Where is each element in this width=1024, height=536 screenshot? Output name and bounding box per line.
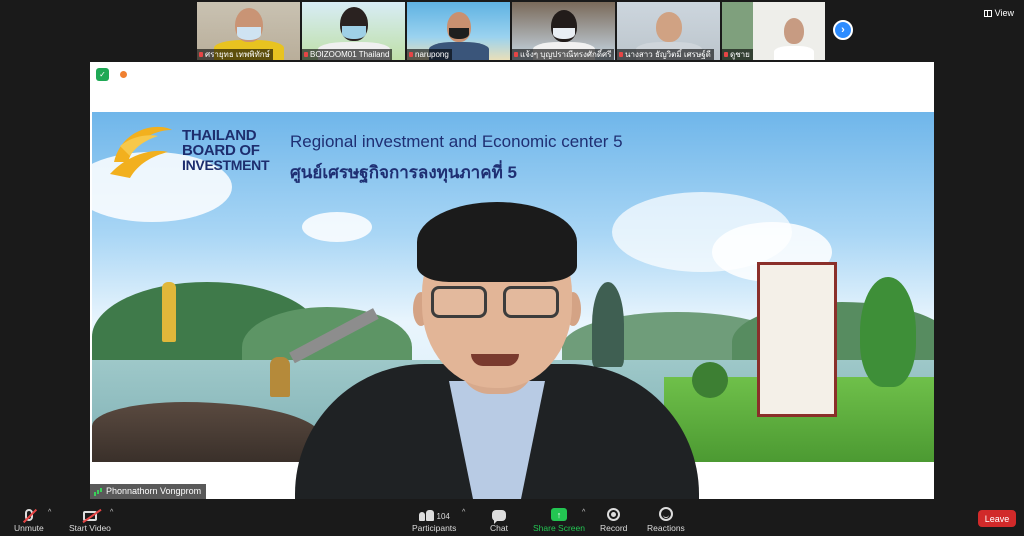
participant-tile[interactable]: narupong: [407, 2, 510, 60]
share-screen-label: Share Screen: [533, 523, 585, 533]
mermaid-statue: [270, 357, 290, 397]
participants-button[interactable]: 104 Participants: [412, 503, 456, 533]
glasses-right-lens: [503, 286, 559, 318]
golden-buddha-statue: [162, 282, 176, 342]
share-screen-arrow-icon: ↑: [550, 508, 567, 521]
logo-line-thailand: THAILAND: [182, 126, 257, 144]
start-video-button[interactable]: Start Video: [69, 503, 111, 533]
participants-label: Participants: [412, 523, 457, 533]
participant-tile[interactable]: แจ้งๆ บุญปราณีทรงศักดิ์ศรี: [512, 2, 615, 60]
tree: [860, 277, 916, 387]
reactions-label: Reactions: [647, 523, 685, 533]
participant-tile[interactable]: ดูชาย: [722, 2, 825, 60]
chat-label: Chat: [490, 523, 508, 533]
video-off-camera-icon: [82, 511, 97, 521]
participant-name: ศรายุทธ เทพพิทักษ์: [197, 49, 273, 60]
chat-button[interactable]: Chat: [490, 503, 508, 533]
smiley-icon: [658, 507, 673, 521]
view-label: View: [994, 8, 1014, 18]
leave-button[interactable]: Leave: [978, 510, 1016, 527]
participant-name: แจ้งๆ บุญปราณีทรงศักดิ์ศรี: [512, 49, 615, 60]
logo-line-investment: INVESTMENT: [182, 156, 270, 173]
participant-name: ดูชาย: [722, 49, 753, 60]
banner-title-english: Regional investment and Economic center …: [290, 132, 623, 151]
participant-name: narupong: [407, 49, 452, 60]
participant-name: BOIZOOM01 Thailand: [302, 49, 393, 60]
grid-view-icon: [983, 9, 992, 17]
participant-tile[interactable]: ศรายุทธ เทพพิทักษ์: [197, 2, 300, 60]
participant-name: นางสาว ธัญวิตมิ์ เศรษฐ์ดี: [617, 49, 714, 60]
unmute-label: Unmute: [14, 523, 44, 533]
glasses-left-lens: [431, 286, 487, 318]
reactions-button[interactable]: Reactions: [647, 503, 685, 533]
participant-tile[interactable]: BOIZOOM01 Thailand: [302, 2, 405, 60]
unmute-button[interactable]: Unmute: [14, 503, 44, 533]
gate-monument: [757, 262, 837, 417]
chevron-right-icon: ›: [841, 24, 845, 36]
participants-icon: [418, 510, 434, 521]
share-screen-button[interactable]: ↑ Share Screen: [533, 503, 585, 533]
chat-bubble-icon: [491, 510, 506, 524]
speaker-name-label: Phonnathorn Vongprom: [90, 484, 207, 499]
participants-options-caret-icon[interactable]: ^: [462, 509, 465, 516]
presenter-video: [295, 202, 699, 499]
main-video[interactable]: ✓ THAILAND BOARD OF INVESTMENT Regional …: [90, 62, 934, 499]
start-video-label: Start Video: [69, 523, 111, 533]
muted-microphone-icon: [24, 509, 33, 521]
video-options-caret-icon[interactable]: ^: [110, 509, 113, 516]
participant-tile[interactable]: นางสาว ธัญวิตมิ์ เศรษฐ์ดี: [617, 2, 720, 60]
banner-title-thai: ศูนย์เศรษฐกิจการลงทุนภาคที่ 5: [290, 163, 517, 182]
meeting-toolbar: Unmute ^ Start Video ^ 104 Participants …: [0, 500, 1024, 536]
next-participants-button[interactable]: ›: [833, 20, 853, 40]
record-label: Record: [600, 523, 628, 533]
participant-count: 104: [436, 512, 450, 521]
boi-logo: THAILAND BOARD OF INVESTMENT: [108, 118, 270, 182]
view-button[interactable]: View: [983, 8, 1014, 18]
share-options-caret-icon[interactable]: ^: [582, 509, 585, 516]
logo-line-board: BOARD OF: [182, 141, 260, 159]
recording-indicator-icon[interactable]: [117, 68, 130, 81]
participant-strip: ศรายุทธ เทพพิทักษ์ BOIZOOM01 Thailand na…: [197, 2, 825, 60]
record-button[interactable]: Record: [600, 503, 627, 533]
record-icon: [607, 508, 621, 521]
security-shield-icon[interactable]: ✓: [96, 68, 109, 81]
boi-swirl-logo-icon: [108, 118, 178, 182]
audio-options-caret-icon[interactable]: ^: [48, 509, 51, 516]
